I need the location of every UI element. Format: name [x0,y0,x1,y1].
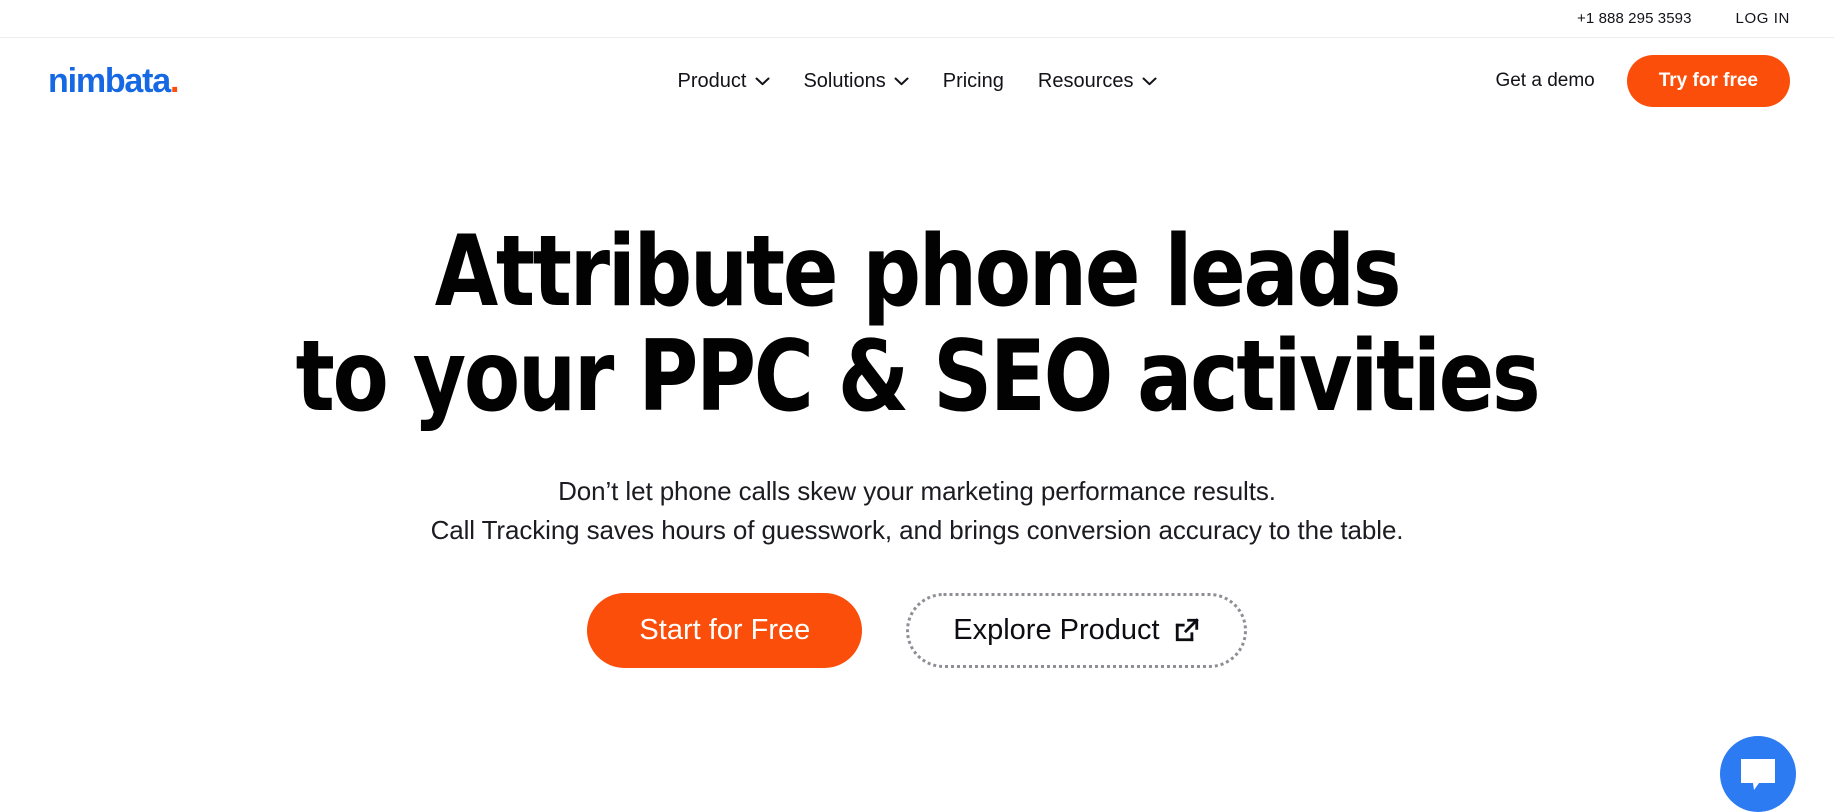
phone-number-link[interactable]: +1 888 295 3593 [1577,10,1692,27]
nav-item-product[interactable]: Product [678,70,770,93]
start-for-free-button[interactable]: Start for Free [587,593,862,668]
site-header: nimbata. Product Solutions Pricing Resou… [0,38,1834,124]
top-utility-bar: +1 888 295 3593 LOG IN [0,0,1834,38]
nav-item-pricing[interactable]: Pricing [943,70,1004,93]
logo-dot: . [170,62,178,100]
nav-item-resources[interactable]: Resources [1038,70,1157,93]
external-link-icon [1174,617,1200,643]
chat-widget-button[interactable] [1720,736,1796,812]
hero-headline: Attribute phone leads to your PPC & SEO … [64,220,1770,430]
hero-cta-group: Start for Free Explore Product [0,593,1834,668]
login-link[interactable]: LOG IN [1736,10,1790,27]
hero-sub-line2: Call Tracking saves hours of guesswork, … [431,515,1404,545]
logo-text: nimbata [48,62,170,100]
header-actions: Get a demo Try for free [1495,55,1790,107]
chevron-down-icon [1142,77,1156,86]
logo-nimbata[interactable]: nimbata. [48,64,178,98]
hero-headline-line2: to your PPC & SEO activities [64,325,1770,430]
hero-subheadline: Don’t let phone calls skew your marketin… [0,472,1834,551]
chat-bubble-icon [1739,757,1777,791]
nav-item-label: Pricing [943,70,1004,93]
hero-section: Attribute phone leads to your PPC & SEO … [0,124,1834,668]
chevron-down-icon [755,77,769,86]
nav-item-solutions[interactable]: Solutions [803,70,908,93]
primary-navigation: Product Solutions Pricing Resources [678,70,1157,93]
nav-item-label: Resources [1038,70,1134,93]
chevron-down-icon [895,77,909,86]
get-a-demo-link[interactable]: Get a demo [1495,70,1594,92]
hero-sub-line1: Don’t let phone calls skew your marketin… [558,476,1276,506]
nav-item-label: Solutions [803,70,885,93]
hero-headline-line1: Attribute phone leads [64,220,1770,325]
explore-product-button[interactable]: Explore Product [906,593,1246,668]
nav-item-label: Product [678,70,747,93]
explore-product-label: Explore Product [953,614,1159,647]
try-for-free-button[interactable]: Try for free [1627,55,1790,107]
